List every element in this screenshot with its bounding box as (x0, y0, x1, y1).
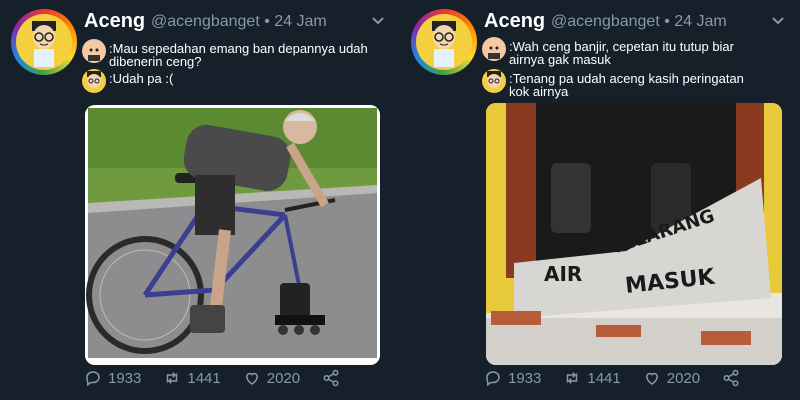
retweet-count: 1441 (187, 369, 221, 387)
author-avatar[interactable] (411, 9, 477, 75)
share-icon (323, 369, 339, 387)
chevron-down-icon[interactable] (770, 12, 786, 28)
dialogue-text: :Mau sepedahan emang ban depannya udah d… (109, 42, 368, 68)
author-handle[interactable]: @acengbanget (151, 13, 260, 30)
author-name[interactable]: Aceng (484, 10, 545, 33)
dialogue-line: :Mau sepedahan emang ban depannya udah d… (82, 39, 368, 68)
retweet-button[interactable]: 1441 (563, 369, 621, 387)
bicycle-rollerskate-photo-icon (85, 105, 380, 365)
dot-separator: • (264, 13, 275, 30)
author-handle-time: @acengbanget • 24 Jam (151, 13, 327, 31)
heart-icon (645, 372, 658, 385)
tweet-actions: 1933 1441 2020 (484, 369, 746, 387)
aceng-avatar-icon (82, 69, 106, 93)
dialogue-text: :Tenang pa udah aceng kasih peringatan k… (509, 72, 744, 98)
tweet-photo[interactable]: DILARANG AIR MASUK (486, 103, 782, 365)
tweet-photo[interactable] (85, 105, 380, 365)
chevron-down-icon[interactable] (370, 12, 386, 28)
share-button[interactable] (722, 369, 746, 387)
dialogue-text-line-2: kok airnya (509, 84, 569, 99)
wall-graffiti-photo-icon: DILARANG AIR MASUK (486, 103, 782, 365)
retweet-count: 1441 (587, 369, 621, 387)
baby-avatar-icon (482, 37, 506, 61)
baby-avatar-icon (82, 39, 106, 63)
dialogue-line: :Tenang pa udah aceng kasih peringatan k… (482, 69, 744, 98)
author-handle-time: @acengbanget • 24 Jam (551, 13, 727, 31)
retweet-icon (167, 372, 178, 384)
author-name[interactable]: Aceng (84, 10, 145, 33)
author-avatar[interactable] (11, 9, 77, 75)
dot-separator: • (664, 13, 675, 30)
like-count: 2020 (666, 369, 701, 387)
reply-button[interactable]: 1933 (84, 369, 141, 387)
tweet-card: Aceng @acengbanget • 24 Jam :Wah ceng ba… (400, 0, 800, 400)
reply-icon (86, 371, 100, 387)
like-button[interactable]: 2020 (643, 369, 700, 387)
share-icon (723, 369, 739, 387)
dialogue-line: :Udah pa :( (82, 69, 173, 93)
like-count: 2020 (266, 369, 301, 387)
dialogue-text: :Wah ceng banjir, cepetan itu tutup biar… (509, 40, 734, 66)
graffiti-text-2: AIR (544, 262, 582, 286)
retweet-icon (567, 372, 578, 384)
reply-button[interactable]: 1933 (484, 369, 541, 387)
retweet-button[interactable]: 1441 (163, 369, 221, 387)
dialogue-text-line-2: dibenerin ceng? (109, 54, 202, 69)
dialogue-text: :Udah pa :( (109, 71, 174, 86)
author-handle[interactable]: @acengbanget (551, 13, 660, 30)
dialogue-line: :Wah ceng banjir, cepetan itu tutup biar… (482, 37, 734, 66)
dialogue-text-line-2: airnya gak masuk (509, 52, 611, 67)
tweet-card: Aceng @acengbanget • 24 Jam :Mau sepedah… (0, 0, 400, 400)
reply-icon (486, 371, 500, 387)
heart-icon (245, 372, 258, 385)
share-button[interactable] (322, 369, 346, 387)
reply-count: 1933 (108, 369, 142, 387)
tweet-actions: 1933 1441 2020 (84, 369, 346, 387)
reply-count: 1933 (508, 369, 542, 387)
tweet-time[interactable]: 24 Jam (274, 13, 326, 30)
aceng-avatar-icon (482, 69, 506, 93)
like-button[interactable]: 2020 (243, 369, 300, 387)
tweet-time[interactable]: 24 Jam (674, 13, 726, 30)
